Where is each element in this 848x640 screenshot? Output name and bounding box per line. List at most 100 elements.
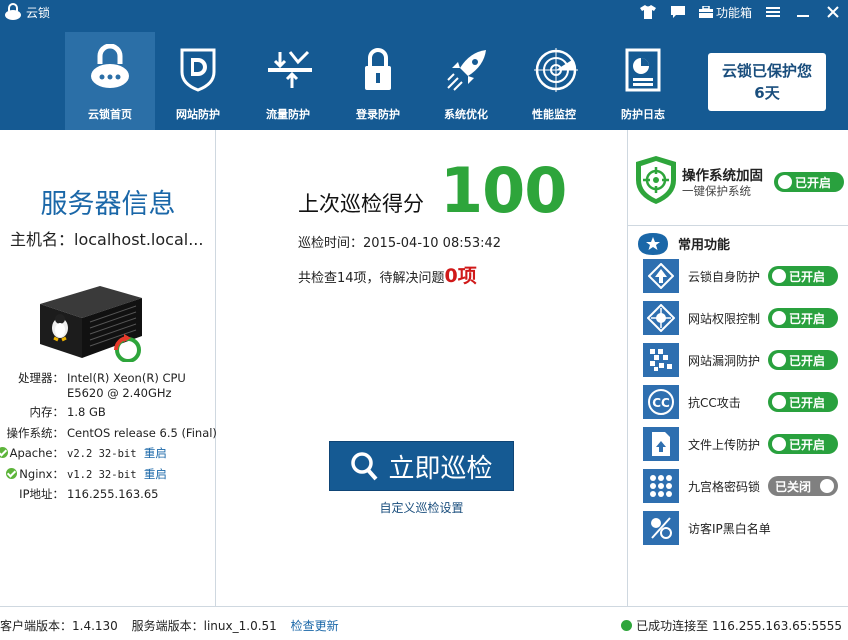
minimize-button[interactable]: [788, 0, 818, 24]
feature-status: 已开启: [789, 438, 826, 452]
server-icon: [40, 286, 142, 362]
nav-login-label: 登录防护: [356, 108, 400, 121]
cc-toggle[interactable]: 已开启: [768, 392, 838, 412]
feature-name: 抗CC攻击: [688, 396, 741, 410]
feature-status: 已关闭: [775, 480, 812, 494]
grid-lock-icon: [643, 469, 679, 503]
feature-vuln: 网站漏洞防护 已开启: [628, 341, 848, 379]
server-version: 服务端版本：linux_1.0.51: [131, 619, 277, 633]
scan-count-text: 共检查14项，待解决问题: [298, 271, 445, 286]
close-button[interactable]: [818, 0, 848, 24]
cc-icon: CC: [643, 385, 679, 419]
status-bar: 客户端版本：1.4.130 服务端版本：linux_1.0.51 检查更新 已成…: [0, 606, 848, 640]
cpu-value: Intel(R) Xeon(R) CPU: [67, 371, 186, 385]
client-version: 客户端版本：1.4.130: [0, 619, 118, 633]
feature-name: 九宫格密码锁: [688, 480, 761, 494]
report-icon: [625, 48, 661, 92]
features-panel: 操作系统加固 一键保护系统 已开启 常用功能 云锁自身防护 已开启 网站权限控制…: [627, 130, 848, 606]
permission-toggle[interactable]: 已开启: [768, 308, 838, 328]
check-update-link[interactable]: 检查更新: [291, 619, 339, 633]
os-harden-subtitle: 一键保护系统: [682, 184, 751, 198]
protection-days-line1: 云锁已保护您: [721, 62, 812, 80]
upload-toggle[interactable]: 已开启: [768, 434, 838, 454]
star-icon: [638, 233, 668, 255]
shield-d-icon: [180, 48, 216, 92]
memory-value: 1.8 GB: [67, 405, 106, 419]
grid-lock-toggle[interactable]: 已关闭: [768, 476, 838, 496]
message-button[interactable]: [663, 0, 693, 24]
feature-status: 已开启: [789, 396, 826, 410]
toggle-knob: [772, 269, 786, 283]
rocket-icon: [447, 50, 486, 91]
title-bar: 云锁 功能箱: [0, 0, 848, 24]
feature-self-protect: 云锁自身防护 已开启: [628, 257, 848, 295]
scan-summary: 共检查14项，待解决问题0项: [298, 261, 477, 288]
cpu-label: 处理器：: [18, 371, 64, 385]
nav-home[interactable]: 云锁首页: [65, 32, 155, 130]
padlock-icon: [365, 48, 391, 90]
feature-status: 已开启: [789, 270, 826, 284]
permission-icon: [643, 301, 679, 335]
os-harden-toggle[interactable]: 已开启: [774, 172, 844, 192]
nav-login[interactable]: 登录防护: [333, 32, 423, 130]
nav-optimize[interactable]: 系统优化: [421, 32, 511, 130]
cpu-value-2: E5620 @ 2.40GHz: [67, 386, 172, 400]
feature-name: 网站漏洞防护: [688, 354, 761, 368]
scan-now-label: 立即巡检: [388, 453, 493, 484]
close-icon: [827, 6, 839, 18]
pending-count: 0项: [444, 265, 477, 287]
scan-panel: 上次巡检得分 100 巡检时间：2015-04-10 08:53:42 共检查1…: [216, 130, 627, 606]
nginx-label: Nginx：: [19, 467, 64, 481]
nav-log[interactable]: 防护日志: [598, 32, 688, 130]
menu-button[interactable]: [758, 0, 788, 24]
protection-days-badge: 云锁已保护您 6天: [708, 53, 826, 111]
nav-traffic[interactable]: 流量防护: [243, 32, 333, 130]
nav-traffic-label: 流量防护: [266, 108, 310, 121]
svg-text:CC: CC: [652, 396, 670, 410]
toggle-knob: [772, 395, 786, 409]
score-value: 100: [440, 154, 567, 227]
hostname: 主机名：localhost.local...: [10, 230, 204, 249]
custom-scan-settings-link[interactable]: 自定义巡检设置: [216, 499, 627, 516]
vuln-toggle[interactable]: 已开启: [768, 350, 838, 370]
ip-list-icon: [643, 511, 679, 545]
toolbox-icon: [698, 6, 713, 18]
server-info-panel: 服务器信息 主机名：localhost.local... 处理器： Intel(…: [0, 130, 217, 606]
skin-button[interactable]: [633, 0, 663, 24]
cloud-lock-icon: [91, 44, 129, 88]
os-harden-title: 操作系统加固: [682, 168, 763, 184]
feature-permission: 网站权限控制 已开启: [628, 299, 848, 337]
function-box-label: 功能箱: [715, 5, 752, 20]
os-harden-section: 操作系统加固 一键保护系统 已开启: [628, 130, 848, 226]
toggle-knob: [820, 479, 834, 493]
server-info-title: 服务器信息: [40, 189, 176, 220]
apache-restart-link[interactable]: 重启: [144, 446, 167, 460]
feature-name: 访客IP黑白名单: [688, 522, 771, 536]
ip-label: IP地址：: [19, 487, 64, 501]
minimize-icon: [797, 15, 809, 17]
search-icon: [351, 452, 378, 481]
nav-optimize-label: 系统优化: [444, 108, 488, 121]
os-value: CentOS release 6.5 (Final): [67, 426, 217, 440]
function-box-button[interactable]: 功能箱: [693, 0, 758, 24]
chat-icon: [670, 5, 685, 18]
toggle-knob: [772, 353, 786, 367]
feature-name: 云锁自身防护: [688, 270, 761, 284]
nav-monitor[interactable]: 性能监控: [509, 32, 599, 130]
nav-log-label: 防护日志: [621, 108, 665, 121]
scan-now-button[interactable]: 立即巡检: [329, 441, 514, 491]
self-protect-icon: [643, 259, 679, 293]
self-protect-toggle[interactable]: 已开启: [768, 266, 838, 286]
os-harden-status: 已开启: [795, 176, 832, 190]
nginx-version: v1.2 32-bit: [67, 469, 137, 481]
nginx-restart-link[interactable]: 重启: [144, 467, 167, 481]
apache-version: v2.2 32-bit: [67, 448, 137, 460]
nav-site-protect[interactable]: 网站防护: [153, 32, 243, 130]
feature-name: 网站权限控制: [688, 312, 761, 326]
feature-upload: 文件上传防护 已开启: [628, 425, 848, 463]
nav-monitor-label: 性能监控: [532, 108, 576, 121]
nav-site-protect-label: 网站防护: [176, 108, 220, 121]
feature-ip-list[interactable]: 访客IP黑白名单: [628, 509, 848, 547]
feature-status: 已开启: [789, 312, 826, 326]
tshirt-icon: [639, 5, 656, 19]
